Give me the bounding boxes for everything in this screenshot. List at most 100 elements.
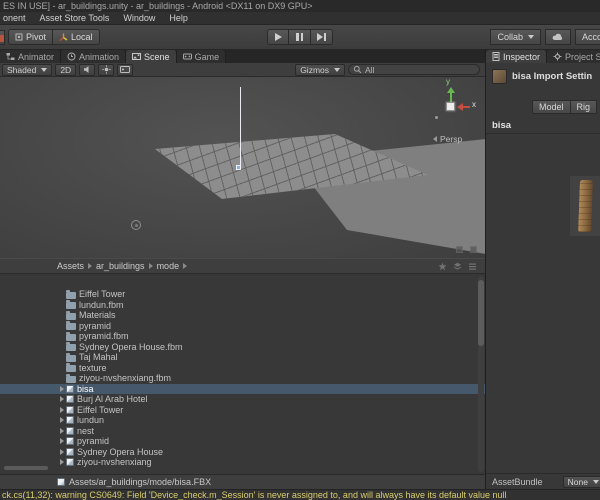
project-list-item[interactable]: pyramid.fbm xyxy=(0,331,485,342)
expand-arrow-icon[interactable] xyxy=(57,289,66,300)
expand-arrow-icon[interactable] xyxy=(57,436,66,447)
account-button[interactable]: Acco xyxy=(575,29,600,45)
model-tab-button[interactable]: Model xyxy=(532,100,571,114)
project-list-item[interactable]: Sydney Opera House xyxy=(0,447,485,458)
project-list: Eiffel Tower lundun.fbm Materials pyrami… xyxy=(0,289,485,468)
orientation-gizmo[interactable]: y x xyxy=(422,77,482,135)
collab-button[interactable]: Collab xyxy=(490,29,541,45)
scene-effects-dropdown[interactable] xyxy=(117,63,134,76)
expand-arrow-icon[interactable] xyxy=(57,342,66,353)
tab-game[interactable]: Game xyxy=(176,50,227,63)
project-list-item[interactable]: lundun xyxy=(0,415,485,426)
asset-label: pyramid xyxy=(79,320,112,331)
projection-toggle[interactable]: Persp xyxy=(433,134,462,144)
project-list-item[interactable]: Burj Al Arab Hotel xyxy=(0,394,485,405)
axis-z-dot[interactable] xyxy=(435,116,438,119)
favorites-star-icon[interactable] xyxy=(438,262,447,271)
pivot-icon xyxy=(15,33,23,41)
scene-lighting-toggle[interactable] xyxy=(98,63,115,76)
status-bar[interactable]: ck.cs(11,32): warning CS0649: Field 'Dev… xyxy=(0,489,600,500)
expand-arrow-icon[interactable] xyxy=(57,331,66,342)
asset-label: Burj Al Arab Hotel xyxy=(77,394,148,405)
toggle-2d-button[interactable]: 2D xyxy=(55,63,77,76)
asset-label: Eiffel Tower xyxy=(77,404,124,415)
project-list-item[interactable]: lundun.fbm xyxy=(0,300,485,311)
project-list-item[interactable]: Sydney Opera House.fbm xyxy=(0,342,485,353)
tab-project-settings[interactable]: Project S xyxy=(547,50,600,63)
project-browser[interactable]: Eiffel Tower lundun.fbm Materials pyrami… xyxy=(0,274,485,474)
breadcrumb-ar-buildings[interactable]: ar_buildings xyxy=(96,261,145,271)
panel-menu-icon[interactable] xyxy=(468,262,477,271)
layers-icon[interactable] xyxy=(453,262,462,271)
scene-audio-toggle[interactable] xyxy=(79,63,96,76)
tab-inspector[interactable]: Inspector xyxy=(486,50,548,63)
breadcrumb-mode[interactable]: mode xyxy=(157,261,180,271)
local-toggle-button[interactable]: Local xyxy=(53,29,100,45)
model-icon xyxy=(66,416,74,425)
expand-arrow-icon[interactable] xyxy=(57,426,66,437)
project-list-item[interactable]: ziyou-nvshenxiang.fbm xyxy=(0,373,485,384)
project-list-item[interactable]: pyramid xyxy=(0,321,485,332)
project-list-item[interactable]: texture xyxy=(0,363,485,374)
expand-arrow-icon[interactable] xyxy=(57,352,66,363)
cloud-services-button[interactable] xyxy=(545,29,571,45)
import-settings-header: bisa Import Settin xyxy=(486,63,600,97)
scene-viewport[interactable]: y x Persp xyxy=(0,77,485,258)
pause-button[interactable] xyxy=(289,29,311,45)
gizmos-dropdown[interactable]: Gizmos xyxy=(295,63,345,76)
expand-arrow-icon[interactable] xyxy=(57,457,66,468)
asset-label: texture xyxy=(79,362,107,373)
expand-arrow-icon[interactable] xyxy=(57,300,66,311)
expand-arrow-icon[interactable] xyxy=(57,447,66,458)
menu-item-component[interactable]: onent xyxy=(0,12,33,25)
project-list-item[interactable]: Materials xyxy=(0,310,485,321)
rig-tab-button[interactable]: Rig xyxy=(570,100,598,114)
breadcrumb-assets[interactable]: Assets xyxy=(57,261,84,271)
assetbundle-dropdown[interactable]: None xyxy=(562,476,600,488)
tab-scene[interactable]: Scene xyxy=(126,50,177,63)
selected-model-object[interactable] xyxy=(236,165,241,170)
expand-arrow-icon[interactable] xyxy=(57,363,66,374)
menu-item-window[interactable]: Window xyxy=(116,12,162,25)
project-list-item[interactable]: bisa xyxy=(0,383,485,395)
project-list-item[interactable]: pyramid xyxy=(0,436,485,447)
play-button[interactable] xyxy=(267,29,289,45)
expand-arrow-icon[interactable] xyxy=(57,384,66,395)
project-list-item[interactable]: Eiffel Tower xyxy=(0,405,485,416)
expand-arrow-icon[interactable] xyxy=(57,321,66,332)
project-list-item[interactable]: ziyou-nvshenxiang xyxy=(0,457,485,468)
expand-arrow-icon[interactable] xyxy=(57,310,66,321)
directional-light-gizmo[interactable] xyxy=(131,220,141,230)
tab-animator[interactable]: Animator xyxy=(0,50,62,63)
folder-icon xyxy=(66,289,76,299)
model-icon xyxy=(66,426,74,435)
menu-item-help[interactable]: Help xyxy=(162,12,195,25)
asset-label: lundun xyxy=(77,415,105,426)
expand-arrow-icon[interactable] xyxy=(57,373,66,384)
expand-arrow-icon[interactable] xyxy=(57,405,66,416)
chevron-down-icon xyxy=(41,67,48,72)
asset-label: ziyou-nvshenxiang.fbm xyxy=(79,373,172,384)
pivot-toggle-button[interactable]: Pivot xyxy=(8,29,54,45)
project-list-item[interactable]: Eiffel Tower xyxy=(0,289,485,300)
horizontal-scrollbar[interactable] xyxy=(4,466,48,470)
scrollbar-thumb[interactable] xyxy=(478,280,484,346)
model-icon xyxy=(66,447,74,456)
shading-mode-dropdown[interactable]: Shaded xyxy=(2,63,53,76)
scene-search-input[interactable]: All xyxy=(348,64,480,75)
tab-animation[interactable]: Animation xyxy=(61,50,127,63)
vertical-scrollbar[interactable] xyxy=(478,276,484,472)
project-list-item[interactable]: nest xyxy=(0,426,485,437)
expand-arrow-icon[interactable] xyxy=(57,394,66,405)
menu-item-asset-store-tools[interactable]: Asset Store Tools xyxy=(33,12,117,25)
viewport-corner-icon[interactable] xyxy=(456,246,463,253)
play-icon xyxy=(274,33,282,41)
tab-label: Game xyxy=(194,51,220,62)
viewport-corner-icon[interactable] xyxy=(470,246,477,253)
shading-mode-label: Shaded xyxy=(7,64,37,75)
project-list-item[interactable]: Taj Mahal xyxy=(0,352,485,363)
transform-tool-icon[interactable] xyxy=(0,30,5,45)
gizmo-center-cube[interactable] xyxy=(446,102,455,111)
step-button[interactable] xyxy=(311,29,333,45)
expand-arrow-icon[interactable] xyxy=(57,415,66,426)
